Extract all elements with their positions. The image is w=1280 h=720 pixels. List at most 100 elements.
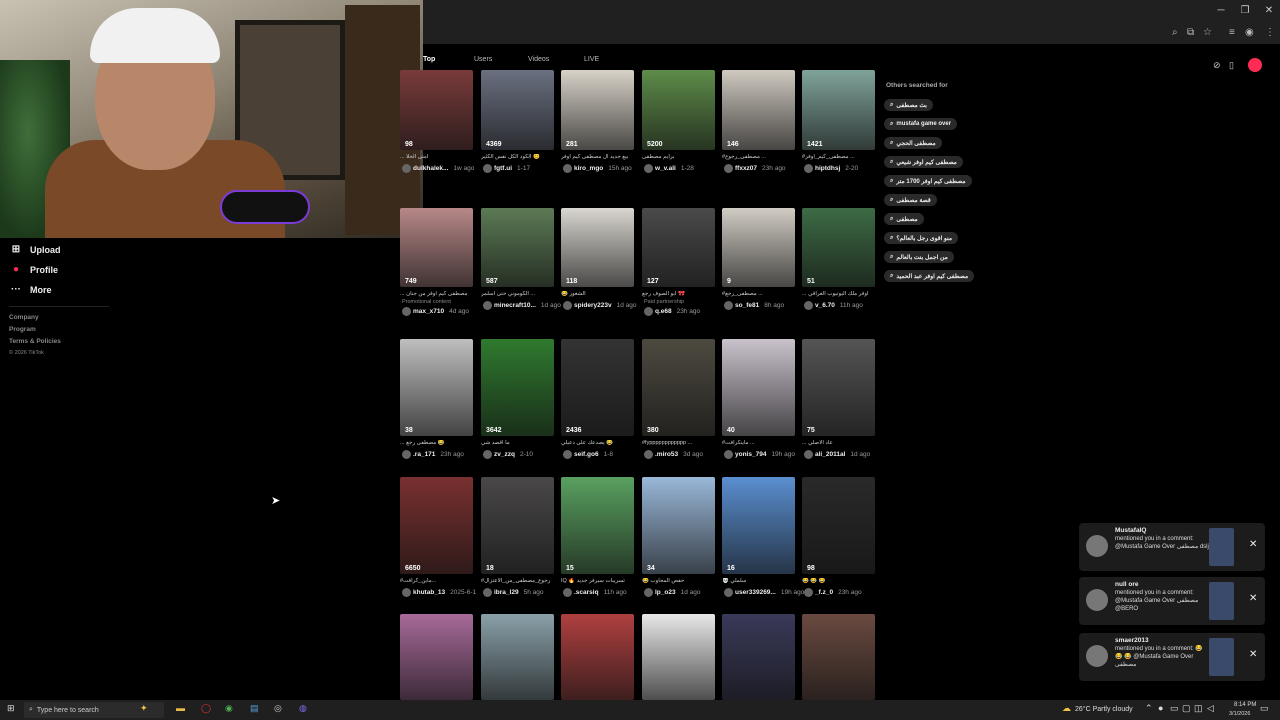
sidebar-item-profile[interactable]: ● Profile (10, 264, 58, 275)
video-author[interactable]: _f.z_0 23h ago (804, 588, 884, 597)
extensions-icon[interactable]: ≡ (1229, 27, 1235, 38)
network-icon[interactable]: ◫ (1194, 703, 1203, 714)
video-card[interactable] (642, 614, 715, 700)
video-author[interactable]: kiro_mgo 15h ago (563, 164, 643, 173)
video-card[interactable]: 51 (802, 208, 875, 287)
weather-text[interactable]: 26°C Partly cloudy (1075, 706, 1133, 713)
video-card[interactable] (802, 614, 875, 700)
opera-icon[interactable]: ◯ (201, 703, 211, 714)
minimize-icon[interactable]: ─ (1213, 5, 1229, 16)
video-card[interactable]: 34 (642, 477, 715, 574)
video-author[interactable]: spidery223v 1d ago (563, 301, 643, 310)
video-author[interactable]: ali_2011al 1d ago (804, 450, 884, 459)
video-author[interactable]: .ra_171 23h ago (402, 450, 482, 459)
footer-link-program[interactable]: Program (9, 326, 36, 333)
video-card[interactable]: 9 (722, 208, 795, 287)
messages-icon[interactable]: ⊘ (1213, 60, 1221, 71)
video-author[interactable]: max_x710 4d ago (402, 307, 482, 316)
video-card[interactable]: 4369 (481, 70, 554, 150)
mic-icon[interactable]: ● (1158, 703, 1163, 713)
volume-icon[interactable]: ◁ (1207, 703, 1214, 714)
related-search-pill[interactable]: ⌕ مصطفى كيم اوفر عبد الحميد (884, 270, 975, 282)
related-search-pill[interactable]: ⌕ بث مصطفى (884, 99, 933, 111)
related-search-pill[interactable]: ⌕ مصطفى (884, 213, 924, 225)
tab-top[interactable]: Top (423, 56, 435, 63)
notepad-icon[interactable]: ▤ (250, 703, 259, 714)
install-icon[interactable]: ⧉ (1187, 27, 1194, 38)
video-card[interactable]: 40 (722, 339, 795, 436)
video-card[interactable]: 749 (400, 208, 473, 287)
notification-card[interactable]: MustafaIQ mentioned you in a comment: @Mu… (1079, 523, 1265, 571)
footer-link-company[interactable]: Company (9, 314, 39, 321)
video-author[interactable]: zv_zzq 2-10 (483, 450, 563, 459)
notification-card[interactable]: smaer2013 mentioned you in a comment: 😂 😂… (1079, 633, 1265, 681)
tab-live[interactable]: LIVE (584, 56, 599, 63)
related-search-pill[interactable]: ⌕ من اجمل بنت بالعالم (884, 251, 954, 263)
video-card[interactable] (400, 614, 473, 700)
bookmark-star-icon[interactable]: ☆ (1203, 27, 1212, 38)
notification-center-icon[interactable]: ▭ (1260, 703, 1269, 714)
windows-start-icon[interactable]: ⊞ (7, 703, 15, 714)
video-card[interactable] (561, 614, 634, 700)
usb-icon[interactable]: ▭ (1170, 703, 1179, 714)
close-icon[interactable]: ✕ (1249, 649, 1257, 660)
video-author[interactable]: v_6.70 11h ago (804, 301, 884, 310)
related-search-pill[interactable]: ⌕ mustafa game over (884, 118, 958, 130)
video-author[interactable]: seif.go6 1-8 (563, 450, 643, 459)
video-card[interactable]: 118 (561, 208, 634, 287)
video-author[interactable]: .scarsiq 11h ago (563, 588, 643, 597)
chrome-icon[interactable]: ◉ (225, 703, 233, 714)
sidebar-item-more[interactable]: ··· More (10, 284, 52, 295)
video-card[interactable]: 2436 (561, 339, 634, 436)
video-card[interactable]: 380 (642, 339, 715, 436)
video-card[interactable]: 16 (722, 477, 795, 574)
video-author[interactable]: hiptdhsj 2-20 (804, 164, 884, 173)
video-card[interactable]: 15 (561, 477, 634, 574)
footer-link-terms[interactable]: Terms & Policies (9, 338, 61, 345)
tray-chevron-icon[interactable]: ⌃ (1145, 703, 1153, 714)
file-explorer-icon[interactable]: ▬ (176, 703, 185, 713)
video-author[interactable]: .miro53 3d ago (644, 450, 724, 459)
browser-menu-icon[interactable]: ⋮ (1265, 27, 1275, 38)
video-author[interactable]: q.e68 23h ago (644, 307, 724, 316)
video-card[interactable]: 98 (802, 477, 875, 574)
video-author[interactable]: ffxxz07 23h ago (724, 164, 804, 173)
account-icon[interactable]: ◉ (1245, 27, 1254, 38)
video-card[interactable] (722, 614, 795, 700)
related-search-pill[interactable]: ⌕ مصطفى كيم اوفر شيعي (884, 156, 963, 168)
video-card[interactable]: 5200 (642, 70, 715, 150)
discord-icon[interactable]: ◍ (299, 703, 307, 714)
video-author[interactable]: dulkhalek... 1w ago (402, 164, 482, 173)
phone-icon[interactable]: ▯ (1229, 60, 1234, 71)
related-search-pill[interactable]: ⌕ مصطفى كيم اوفر 1700 متر (884, 175, 972, 187)
video-card[interactable]: 6650 (400, 477, 473, 574)
video-author[interactable]: khutab_13 2025-6-1 (402, 588, 482, 597)
related-search-pill[interactable]: ⌕ مصطفى الحجي (884, 137, 942, 149)
video-author[interactable]: yonis_794 19h ago (724, 450, 804, 459)
video-author[interactable]: so_fe81 8h ago (724, 301, 804, 310)
video-card[interactable]: 3642 (481, 339, 554, 436)
obs-icon[interactable]: ◎ (274, 703, 282, 714)
video-card[interactable]: 146 (722, 70, 795, 150)
copilot-icon[interactable]: ✦ (140, 703, 148, 714)
video-author[interactable]: minecraft10... 1d ago (483, 301, 563, 310)
video-card[interactable]: 75 (802, 339, 875, 436)
close-icon[interactable]: ✕ (1249, 593, 1257, 604)
video-card[interactable]: 127 (642, 208, 715, 287)
close-icon[interactable]: ✕ (1261, 5, 1277, 16)
zoom-icon[interactable]: ⌕ (1172, 27, 1178, 38)
video-card[interactable]: 18 (481, 477, 554, 574)
sidebar-item-upload[interactable]: ⊞ Upload (10, 244, 61, 255)
avatar[interactable] (1248, 58, 1262, 72)
display-icon[interactable]: ▢ (1182, 703, 1191, 714)
related-search-pill[interactable]: ⌕ قصة مصطفى (884, 194, 937, 206)
video-card[interactable]: 281 (561, 70, 634, 150)
maximize-icon[interactable]: ❐ (1237, 5, 1253, 16)
related-search-pill[interactable]: ⌕ منو اقوى رجل بالعالم؟ (884, 232, 959, 244)
video-author[interactable]: user339269... 19h ago (724, 588, 804, 597)
video-card[interactable]: 98 (400, 70, 473, 150)
close-icon[interactable]: ✕ (1249, 539, 1257, 550)
video-card[interactable] (481, 614, 554, 700)
clock-date[interactable]: 3/1/2026 (1229, 711, 1250, 717)
video-card[interactable]: 38 (400, 339, 473, 436)
